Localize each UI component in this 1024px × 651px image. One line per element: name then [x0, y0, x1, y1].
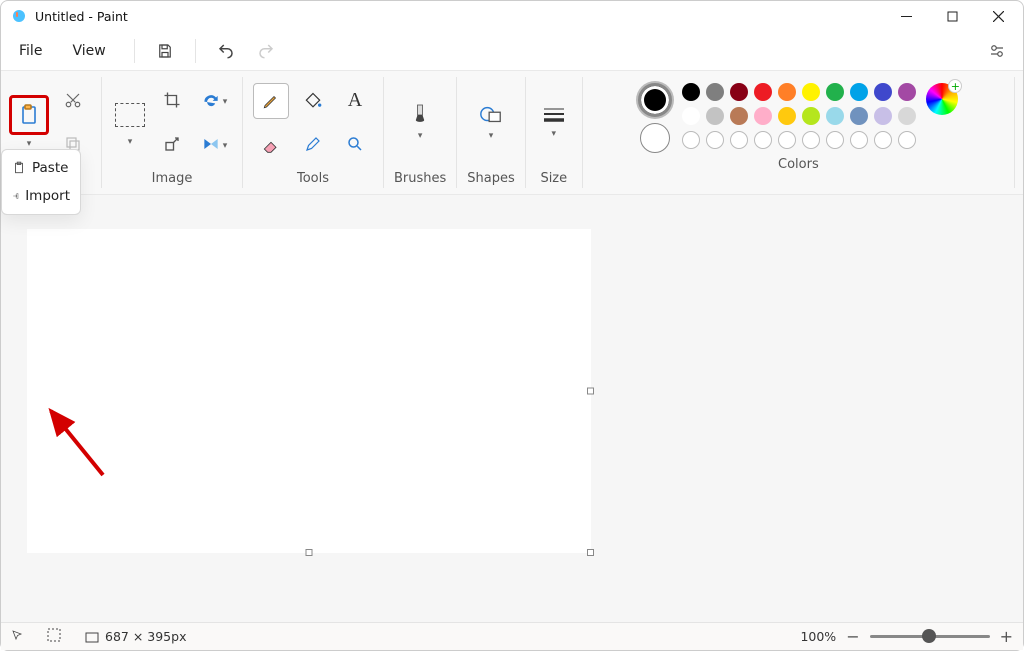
custom-color-slot[interactable]	[778, 131, 796, 149]
redo-button[interactable]	[248, 33, 284, 69]
paste-dropdown-menu: Paste Import	[1, 149, 81, 215]
custom-color-slot[interactable]	[898, 131, 916, 149]
color-swatch[interactable]	[706, 107, 724, 125]
chevron-down-icon[interactable]: ▾	[128, 137, 133, 147]
text-tool[interactable]: A	[337, 83, 373, 119]
annotation-arrow	[43, 405, 113, 485]
group-label: Tools	[297, 167, 329, 188]
paint-app-icon	[11, 8, 27, 24]
zoom-in-button[interactable]: +	[1000, 627, 1013, 646]
color-swatch[interactable]	[826, 83, 844, 101]
undo-button[interactable]	[208, 33, 244, 69]
crop-button[interactable]	[154, 82, 190, 118]
color-swatch[interactable]	[826, 107, 844, 125]
maximize-button[interactable]	[929, 1, 975, 31]
menu-label: Paste	[32, 160, 68, 176]
group-label: Image	[152, 167, 193, 188]
zoom-level: 100%	[800, 629, 836, 644]
color-swatch[interactable]	[802, 83, 820, 101]
window-title: Untitled - Paint	[35, 9, 128, 24]
resize-handle-bottom[interactable]	[306, 549, 313, 556]
paste-button[interactable]	[9, 95, 49, 135]
custom-color-slot[interactable]	[802, 131, 820, 149]
paste-menu-item[interactable]: Paste	[4, 154, 78, 182]
canvas-area	[1, 195, 1023, 622]
rotate-button[interactable]: ▾	[196, 82, 232, 118]
chevron-down-icon: ▾	[418, 131, 423, 141]
color-swatch[interactable]	[682, 83, 700, 101]
color-swatch[interactable]	[850, 83, 868, 101]
color-swatch[interactable]	[874, 107, 892, 125]
eraser-tool[interactable]	[253, 126, 289, 162]
close-button[interactable]	[975, 1, 1021, 31]
chevron-down-icon[interactable]: ▾	[27, 139, 32, 149]
divider	[134, 39, 135, 63]
resize-handle-right[interactable]	[587, 388, 594, 395]
select-button[interactable]	[112, 97, 148, 133]
custom-color-slot[interactable]	[874, 131, 892, 149]
group-label: Shapes	[467, 167, 514, 188]
background-color[interactable]	[640, 123, 670, 153]
drawing-canvas[interactable]	[27, 229, 591, 553]
menubar: File View	[1, 31, 1023, 71]
ribbon: ▾ ▾	[1, 71, 1023, 195]
flip-button[interactable]: ▾	[196, 126, 232, 162]
custom-color-slot[interactable]	[706, 131, 724, 149]
resize-handle-corner[interactable]	[587, 549, 594, 556]
color-picker-tool[interactable]	[295, 126, 331, 162]
resize-button[interactable]	[154, 126, 190, 162]
view-menu[interactable]: View	[62, 37, 115, 65]
color-swatch[interactable]	[706, 83, 724, 101]
color-swatch[interactable]	[898, 107, 916, 125]
custom-color-slot[interactable]	[682, 131, 700, 149]
selection-icon	[47, 628, 61, 645]
statusbar: 687 × 395px 100% − +	[1, 622, 1023, 650]
shapes-button[interactable]: ▾	[473, 98, 509, 146]
cursor-icon	[11, 629, 23, 644]
custom-color-slot[interactable]	[730, 131, 748, 149]
magnifier-tool[interactable]	[337, 126, 373, 162]
chevron-down-icon: ▾	[552, 129, 557, 139]
fill-tool[interactable]	[295, 83, 331, 119]
color-swatch[interactable]	[682, 107, 700, 125]
color-swatch[interactable]	[898, 83, 916, 101]
paint-window: Untitled - Paint File View	[0, 0, 1024, 651]
menu-label: Import	[25, 188, 70, 204]
color-swatch[interactable]	[874, 83, 892, 101]
group-label: Brushes	[394, 167, 446, 188]
color-swatch[interactable]	[754, 107, 772, 125]
custom-color-slot[interactable]	[850, 131, 868, 149]
save-button[interactable]	[147, 33, 183, 69]
titlebar: Untitled - Paint	[1, 1, 1023, 31]
cut-button[interactable]	[55, 82, 91, 118]
pencil-tool[interactable]	[253, 83, 289, 119]
canvas-size: 687 × 395px	[85, 629, 186, 644]
divider	[195, 39, 196, 63]
color-swatch[interactable]	[778, 107, 796, 125]
custom-color-slot[interactable]	[826, 131, 844, 149]
chevron-down-icon: ▾	[489, 131, 494, 141]
custom-color-slot[interactable]	[754, 131, 772, 149]
color-swatch[interactable]	[730, 107, 748, 125]
color-swatch[interactable]	[802, 107, 820, 125]
minimize-button[interactable]	[883, 1, 929, 31]
zoom-slider[interactable]	[870, 635, 990, 638]
import-menu-item[interactable]: Import	[4, 182, 78, 210]
foreground-color[interactable]	[638, 83, 672, 117]
file-menu[interactable]: File	[9, 37, 52, 65]
color-swatch[interactable]	[778, 83, 796, 101]
edit-colors-button[interactable]	[926, 83, 958, 115]
brushes-button[interactable]: ▾	[402, 98, 438, 146]
size-button[interactable]: ▾	[536, 98, 572, 146]
settings-icon[interactable]	[979, 33, 1015, 69]
color-swatch[interactable]	[730, 83, 748, 101]
window-controls	[883, 1, 1021, 31]
zoom-out-button[interactable]: −	[846, 627, 859, 646]
color-swatch[interactable]	[754, 83, 772, 101]
color-swatches	[682, 83, 916, 149]
color-swatch[interactable]	[850, 107, 868, 125]
group-label: Colors	[778, 153, 819, 174]
group-label: Size	[540, 167, 567, 188]
